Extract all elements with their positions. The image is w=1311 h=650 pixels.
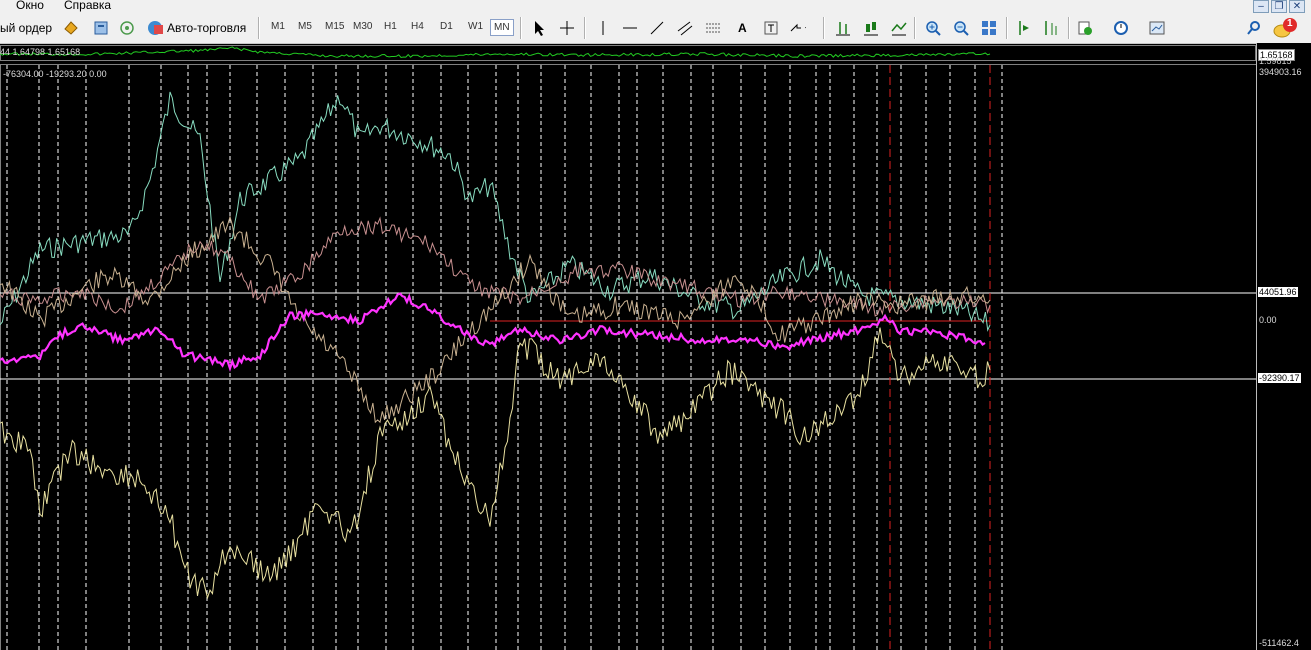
top-panel-info: 44 1.64798 1.65168 xyxy=(0,47,81,57)
scale-top-label: 394903.16 xyxy=(1259,67,1302,77)
top-price-label-2: 1.59815 xyxy=(1259,56,1292,66)
top-indicator-line xyxy=(0,46,991,59)
level-upper-label: 44051.96 xyxy=(1258,287,1298,297)
level-lower-label: -92390.17 xyxy=(1258,373,1301,383)
main-panel-info: -76304.00 -19293.20 0.00 xyxy=(3,69,107,79)
scale-bottom-label: -511462.4 xyxy=(1259,638,1299,648)
zero-label: 0.00 xyxy=(1259,315,1277,325)
series-line-yellow xyxy=(0,327,991,600)
chart-overlay xyxy=(0,46,1256,650)
series-line-tan xyxy=(0,215,991,424)
series-line-aqua xyxy=(0,91,991,332)
